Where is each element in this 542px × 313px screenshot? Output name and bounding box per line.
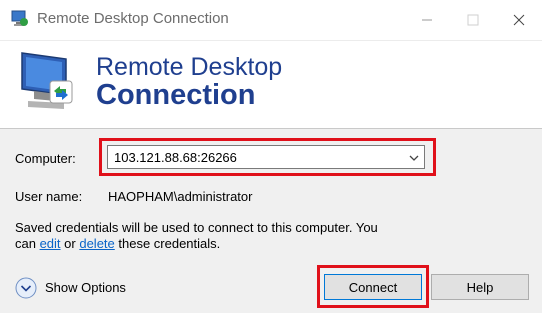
window-title: Remote Desktop Connection xyxy=(37,10,229,27)
help-button[interactable]: Help xyxy=(431,274,529,300)
computer-combobox[interactable]: 103.121.88.68:26266 xyxy=(107,145,425,169)
expand-circle-icon[interactable] xyxy=(15,277,37,299)
computer-input[interactable]: 103.121.88.68:26266 xyxy=(114,150,237,165)
banner-title-line2: Connection xyxy=(96,79,256,111)
chevron-down-icon[interactable] xyxy=(408,152,420,164)
credentials-note-line1: Saved credentials will be used to connec… xyxy=(15,220,378,235)
remote-desktop-monitor-icon xyxy=(21,52,73,109)
close-icon[interactable] xyxy=(496,0,542,40)
minimize-icon[interactable] xyxy=(404,0,450,40)
credentials-note-line2: can edit or delete these credentials. xyxy=(15,236,220,251)
banner-title-line1: Remote Desktop xyxy=(96,53,283,81)
show-options-label[interactable]: Show Options xyxy=(45,280,126,295)
username-label: User name: xyxy=(15,189,83,204)
header-banner: Remote Desktop Connection xyxy=(0,41,542,128)
connect-button[interactable]: Connect xyxy=(324,274,422,300)
note-text-tail: these credentials. xyxy=(114,236,221,251)
edit-credentials-link[interactable]: edit xyxy=(40,236,61,251)
banner-divider xyxy=(0,128,542,129)
title-bar: Remote Desktop Connection xyxy=(0,0,542,41)
note-text-can: can xyxy=(15,236,40,251)
delete-credentials-link[interactable]: delete xyxy=(79,236,114,251)
note-text-or: or xyxy=(60,236,80,251)
username-value: HAOPHAM\administrator xyxy=(108,189,253,204)
maximize-icon[interactable] xyxy=(450,0,496,40)
remote-desktop-icon xyxy=(11,10,28,26)
computer-label: Computer: xyxy=(15,151,76,166)
